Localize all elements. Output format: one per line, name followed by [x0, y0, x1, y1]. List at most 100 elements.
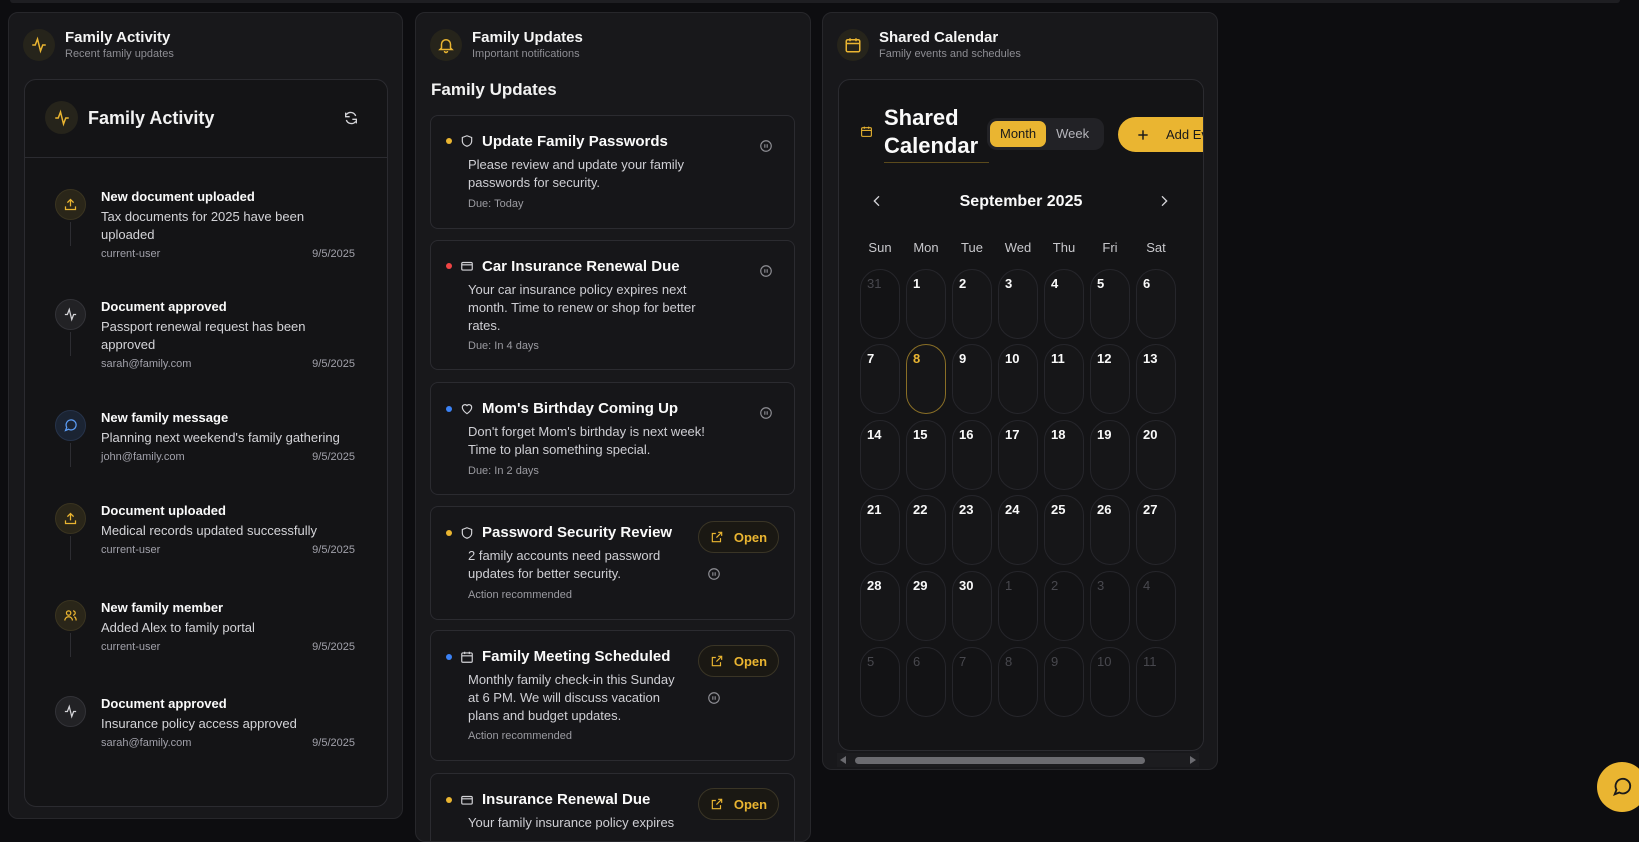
calendar-day[interactable]: 23: [952, 495, 992, 565]
month-view-button[interactable]: Month: [990, 121, 1047, 147]
activity-date: 9/5/2025: [312, 358, 355, 370]
week-view-button[interactable]: Week: [1046, 121, 1099, 147]
calendar-day[interactable]: 18: [1044, 420, 1084, 490]
chat-button[interactable]: [1597, 762, 1639, 812]
update-item[interactable]: Insurance Renewal Due Your family insura…: [430, 773, 795, 841]
calendar-day[interactable]: 10: [1090, 647, 1130, 717]
day-number: 14: [867, 427, 882, 442]
calendar-day[interactable]: 27: [1136, 495, 1176, 565]
activity-title: New family member: [101, 600, 224, 615]
open-button[interactable]: Open: [698, 788, 779, 820]
scrollbar-thumb[interactable]: [855, 757, 1145, 764]
calendar-day[interactable]: 7: [860, 344, 900, 414]
calendar-day[interactable]: 26: [1090, 495, 1130, 565]
calendar-day[interactable]: 11: [1044, 344, 1084, 414]
activity-panel: Family Activity New document uploaded Ta…: [24, 79, 388, 807]
activity-description: Added Alex to family portal: [101, 620, 255, 635]
calendar-day[interactable]: 2: [952, 269, 992, 339]
calendar-day[interactable]: 3: [1090, 571, 1130, 641]
activity-icon: [55, 299, 86, 330]
calendar-day[interactable]: 31: [860, 269, 900, 339]
calendar-day[interactable]: 13: [1136, 344, 1176, 414]
calendar-day[interactable]: 1: [906, 269, 946, 339]
day-number: 29: [913, 578, 928, 593]
calendar-day[interactable]: 17: [998, 420, 1038, 490]
card-header: Family Activity Recent family updates: [23, 29, 174, 61]
calendar-day[interactable]: 9: [1044, 647, 1084, 717]
calendar-day[interactable]: 10: [998, 344, 1038, 414]
calendar-day[interactable]: 1: [998, 571, 1038, 641]
day-number: 31: [867, 276, 882, 291]
update-item[interactable]: Family Meeting Scheduled Monthly family …: [430, 630, 795, 761]
refresh-icon[interactable]: [343, 110, 359, 126]
horizontal-scrollbar[interactable]: [837, 753, 1199, 767]
update-item[interactable]: Update Family Passwords Please review an…: [430, 115, 795, 229]
calendar-day[interactable]: 12: [1090, 344, 1130, 414]
weekday-label: Thu: [1052, 240, 1076, 255]
activity-user: sarah@family.com: [101, 737, 192, 749]
chevron-right-icon[interactable]: [1156, 193, 1172, 209]
pause-icon[interactable]: [759, 406, 773, 420]
pause-icon[interactable]: [707, 691, 721, 705]
calendar-day[interactable]: 25: [1044, 495, 1084, 565]
update-item[interactable]: Car Insurance Renewal Due Your car insur…: [430, 240, 795, 370]
card-header: Family Updates Important notifications: [430, 29, 583, 61]
calendar-day[interactable]: 3: [998, 269, 1038, 339]
day-number: 20: [1143, 427, 1158, 442]
day-number: 11: [1051, 351, 1065, 366]
day-number: 28: [867, 578, 882, 593]
upload-icon: [55, 189, 86, 220]
update-footer: Due: Today: [468, 198, 524, 210]
pause-icon[interactable]: [707, 567, 721, 581]
calendar-day[interactable]: 4: [1044, 269, 1084, 339]
open-button[interactable]: Open: [698, 645, 779, 677]
weekday-label: Tue: [961, 240, 983, 255]
pause-icon[interactable]: [759, 264, 773, 278]
update-description: Your car insurance policy expires next m…: [468, 282, 696, 333]
calendar-day[interactable]: 24: [998, 495, 1038, 565]
calendar-day[interactable]: 8: [906, 344, 946, 414]
update-description: Don't forget Mom's birthday is next week…: [468, 424, 705, 457]
pause-icon[interactable]: [759, 139, 773, 153]
day-number: 2: [1051, 578, 1059, 593]
calendar-day[interactable]: 21: [860, 495, 900, 565]
day-number: 8: [1005, 654, 1013, 669]
calendar-day[interactable]: 28: [860, 571, 900, 641]
update-item[interactable]: Mom's Birthday Coming Up Don't forget Mo…: [430, 382, 795, 495]
calendar-day[interactable]: 6: [906, 647, 946, 717]
calendar-day[interactable]: 15: [906, 420, 946, 490]
calendar-day[interactable]: 29: [906, 571, 946, 641]
activity-panel-title: Family Activity: [88, 108, 215, 128]
calendar-day[interactable]: 2: [1044, 571, 1084, 641]
section-title: Family Updates: [431, 80, 557, 99]
calendar-day[interactable]: 11: [1136, 647, 1176, 717]
calendar-day[interactable]: 14: [860, 420, 900, 490]
calendar-icon: [461, 651, 473, 663]
calendar-day[interactable]: 7: [952, 647, 992, 717]
bell-icon: [430, 29, 462, 61]
update-description: Monthly family check-in this Sunday at 6…: [468, 672, 675, 723]
calendar-day[interactable]: 5: [860, 647, 900, 717]
scroll-left-arrow[interactable]: [840, 756, 846, 764]
day-number: 24: [1005, 502, 1020, 517]
calendar-day[interactable]: 19: [1090, 420, 1130, 490]
calendar-day[interactable]: 22: [906, 495, 946, 565]
day-number: 5: [867, 654, 875, 669]
scroll-right-arrow[interactable]: [1190, 756, 1196, 764]
card-header: Shared Calendar Family events and schedu…: [837, 29, 1021, 61]
add-event-button[interactable]: Add Ev: [1118, 117, 1203, 152]
calendar-day[interactable]: 16: [952, 420, 992, 490]
update-title: Family Meeting Scheduled: [482, 648, 671, 665]
calendar-day[interactable]: 4: [1136, 571, 1176, 641]
calendar-day[interactable]: 5: [1090, 269, 1130, 339]
open-button[interactable]: Open: [698, 521, 779, 553]
activity-user: current-user: [101, 544, 161, 556]
calendar-day[interactable]: 8: [998, 647, 1038, 717]
calendar-day[interactable]: 30: [952, 571, 992, 641]
calendar-day[interactable]: 6: [1136, 269, 1176, 339]
calendar-day[interactable]: 9: [952, 344, 992, 414]
calendar-day[interactable]: 20: [1136, 420, 1176, 490]
activity-item: Document approved Passport renewal reque…: [55, 299, 355, 389]
day-number: 4: [1051, 276, 1059, 291]
update-item[interactable]: Password Security Review 2 family accoun…: [430, 506, 795, 620]
